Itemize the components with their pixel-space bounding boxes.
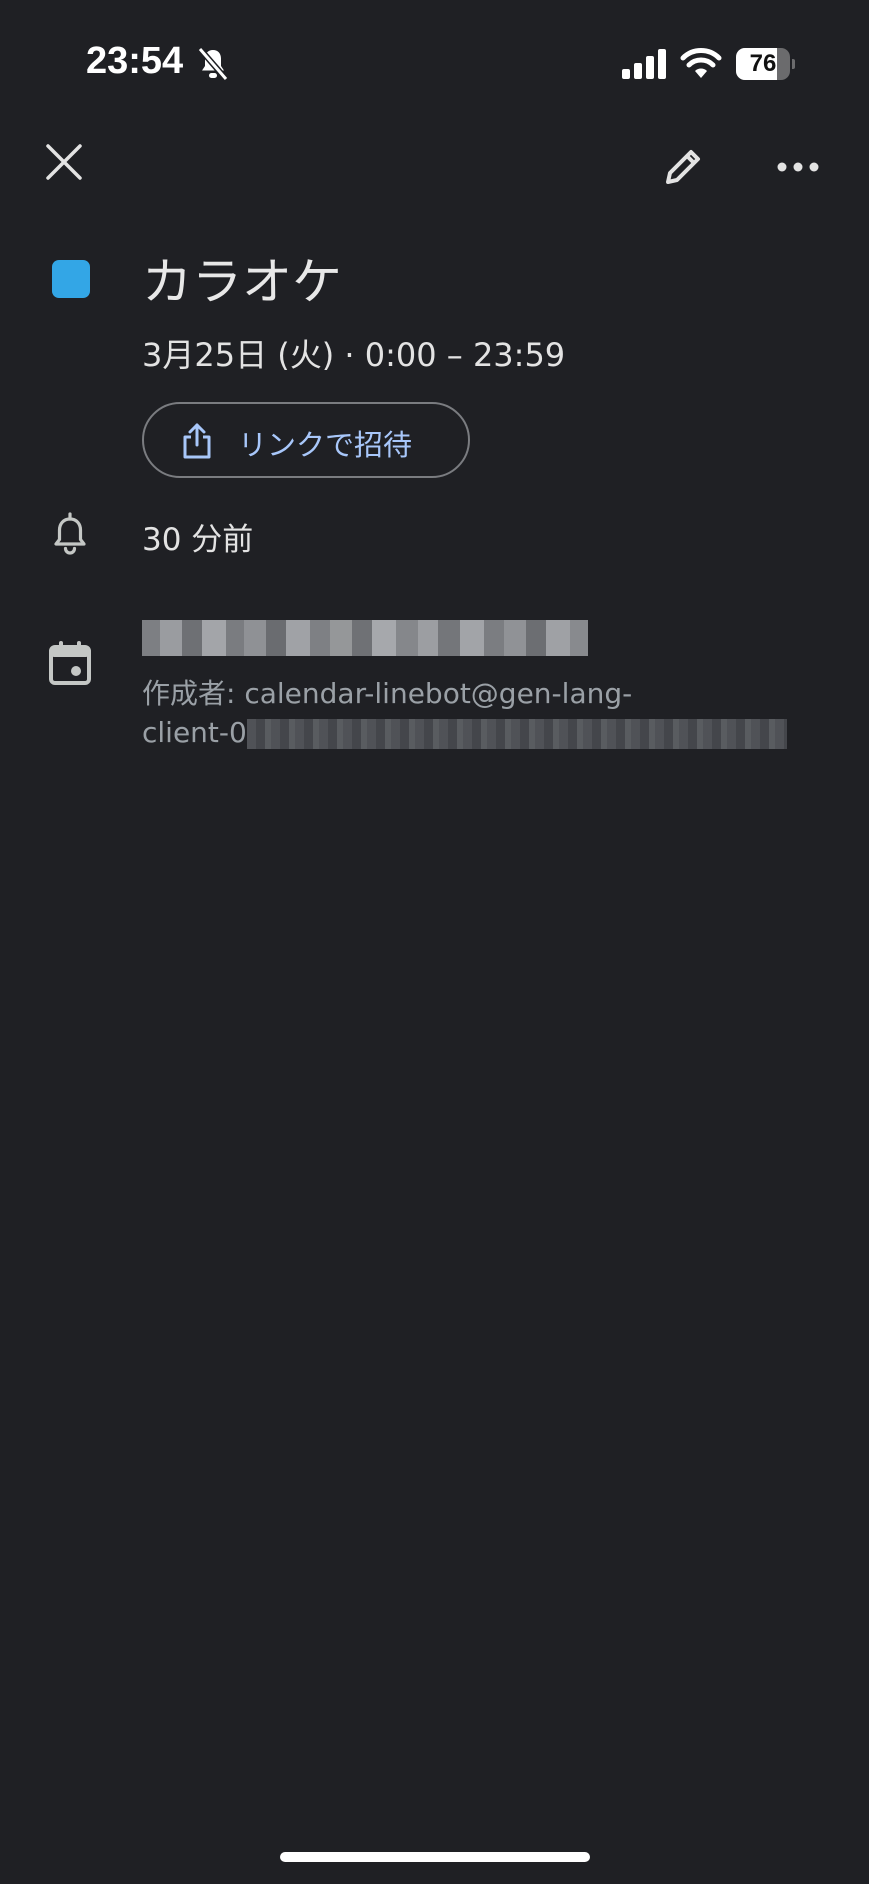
- redacted-block: [226, 620, 244, 656]
- battery-level: 76: [749, 50, 777, 77]
- redacted-block: [526, 620, 546, 656]
- event-color-chip: [52, 260, 90, 298]
- creator-line-1: 作成者: calendar-linebot@gen-lang-: [142, 677, 633, 710]
- redacted-text: [246, 719, 787, 749]
- redacted-block: [438, 620, 460, 656]
- creator-line-2: client-0: [142, 716, 787, 749]
- creator-line-2-prefix: client-0: [142, 716, 247, 749]
- calendar-email: [142, 620, 592, 656]
- share-icon: [183, 423, 211, 459]
- redacted-block: [504, 620, 526, 656]
- cellular-signal-icon: [622, 49, 666, 79]
- reminder-text: 30 分前: [142, 522, 254, 558]
- redacted-block: [202, 620, 226, 656]
- bell-icon: [54, 512, 86, 555]
- event-detail-screen: 23:54 76 カラオケ 3月25日 (火) · 0:00 – 23:59 リ…: [0, 0, 869, 1884]
- battery-indicator: 76: [736, 48, 795, 80]
- bell-muted-icon: [197, 47, 229, 81]
- redacted-block: [182, 620, 202, 656]
- calendar-icon: [49, 641, 91, 685]
- redacted-block: [546, 620, 570, 656]
- pencil-icon[interactable]: [660, 144, 706, 190]
- wifi-icon: [680, 48, 722, 78]
- redacted-block: [266, 620, 286, 656]
- redacted-block: [372, 620, 396, 656]
- close-icon[interactable]: [44, 142, 84, 182]
- status-time: 23:54: [86, 40, 184, 82]
- redacted-block: [160, 620, 182, 656]
- event-title: カラオケ: [142, 253, 342, 311]
- home-indicator[interactable]: [280, 1852, 590, 1862]
- redacted-block: [570, 620, 588, 656]
- redacted-block: [418, 620, 438, 656]
- redacted-block: [484, 620, 504, 656]
- event-date-time: 3月25日 (火) · 0:00 – 23:59: [142, 336, 566, 374]
- battery-cap: [792, 59, 795, 69]
- redacted-block: [352, 620, 372, 656]
- redacted-block: [396, 620, 418, 656]
- redacted-block: [310, 620, 330, 656]
- redacted-block: [286, 620, 310, 656]
- more-horizontal-icon[interactable]: [776, 150, 820, 184]
- invite-via-link-button[interactable]: リンクで招待: [142, 402, 470, 478]
- redacted-block: [330, 620, 352, 656]
- invite-button-label: リンクで招待: [238, 428, 413, 462]
- redacted-block: [460, 620, 484, 656]
- battery-body: 76: [736, 48, 790, 80]
- redacted-block: [244, 620, 266, 656]
- redacted-block: [142, 620, 160, 656]
